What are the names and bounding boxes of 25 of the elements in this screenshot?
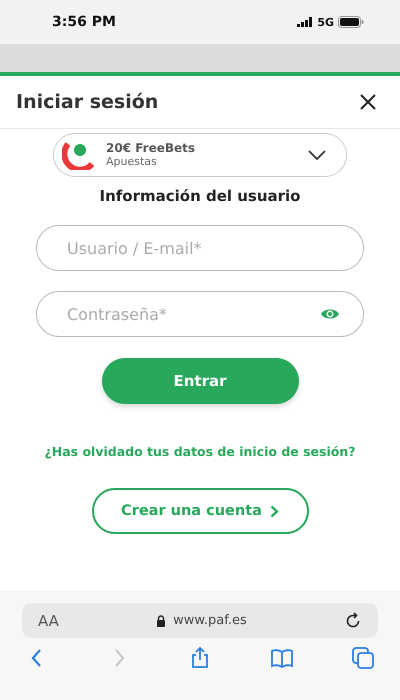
battery-icon <box>338 16 364 28</box>
promo-subtitle: Apuestas <box>106 155 158 169</box>
submit-button[interactable]: Entrar <box>102 358 298 404</box>
network-label: 5G <box>317 16 334 28</box>
section-title: Información del usuario <box>99 187 300 205</box>
username-field[interactable]: Usuario / E-mail* <box>36 225 364 271</box>
page-title: Iniciar sesión <box>16 91 158 113</box>
chevron-down-icon <box>308 150 326 160</box>
promo-selector[interactable]: 20€ FreeBets Apuestas <box>53 133 347 177</box>
chevron-right-icon <box>270 504 279 518</box>
password-field[interactable]: Contraseña* <box>36 291 364 337</box>
reload-icon[interactable] <box>344 612 362 630</box>
tabs-icon[interactable] <box>351 646 375 670</box>
address-bar[interactable]: AA www.paf.es <box>22 603 378 638</box>
create-account-button[interactable]: Crear una cuenta <box>92 488 308 534</box>
status-time: 3:56 PM <box>52 14 116 30</box>
forgot-link[interactable]: ¿Has olvidado tus datos de inicio de sesión? <box>44 444 356 459</box>
eye-icon[interactable] <box>320 307 340 321</box>
signal-icon <box>297 17 314 27</box>
lock-icon <box>156 614 166 626</box>
close-button[interactable] <box>358 92 378 112</box>
promo-title: 20€ FreeBets <box>106 141 196 155</box>
text-size-button[interactable]: AA <box>38 612 59 630</box>
close-icon <box>359 93 377 111</box>
url-text: www.paf.es <box>173 613 247 628</box>
